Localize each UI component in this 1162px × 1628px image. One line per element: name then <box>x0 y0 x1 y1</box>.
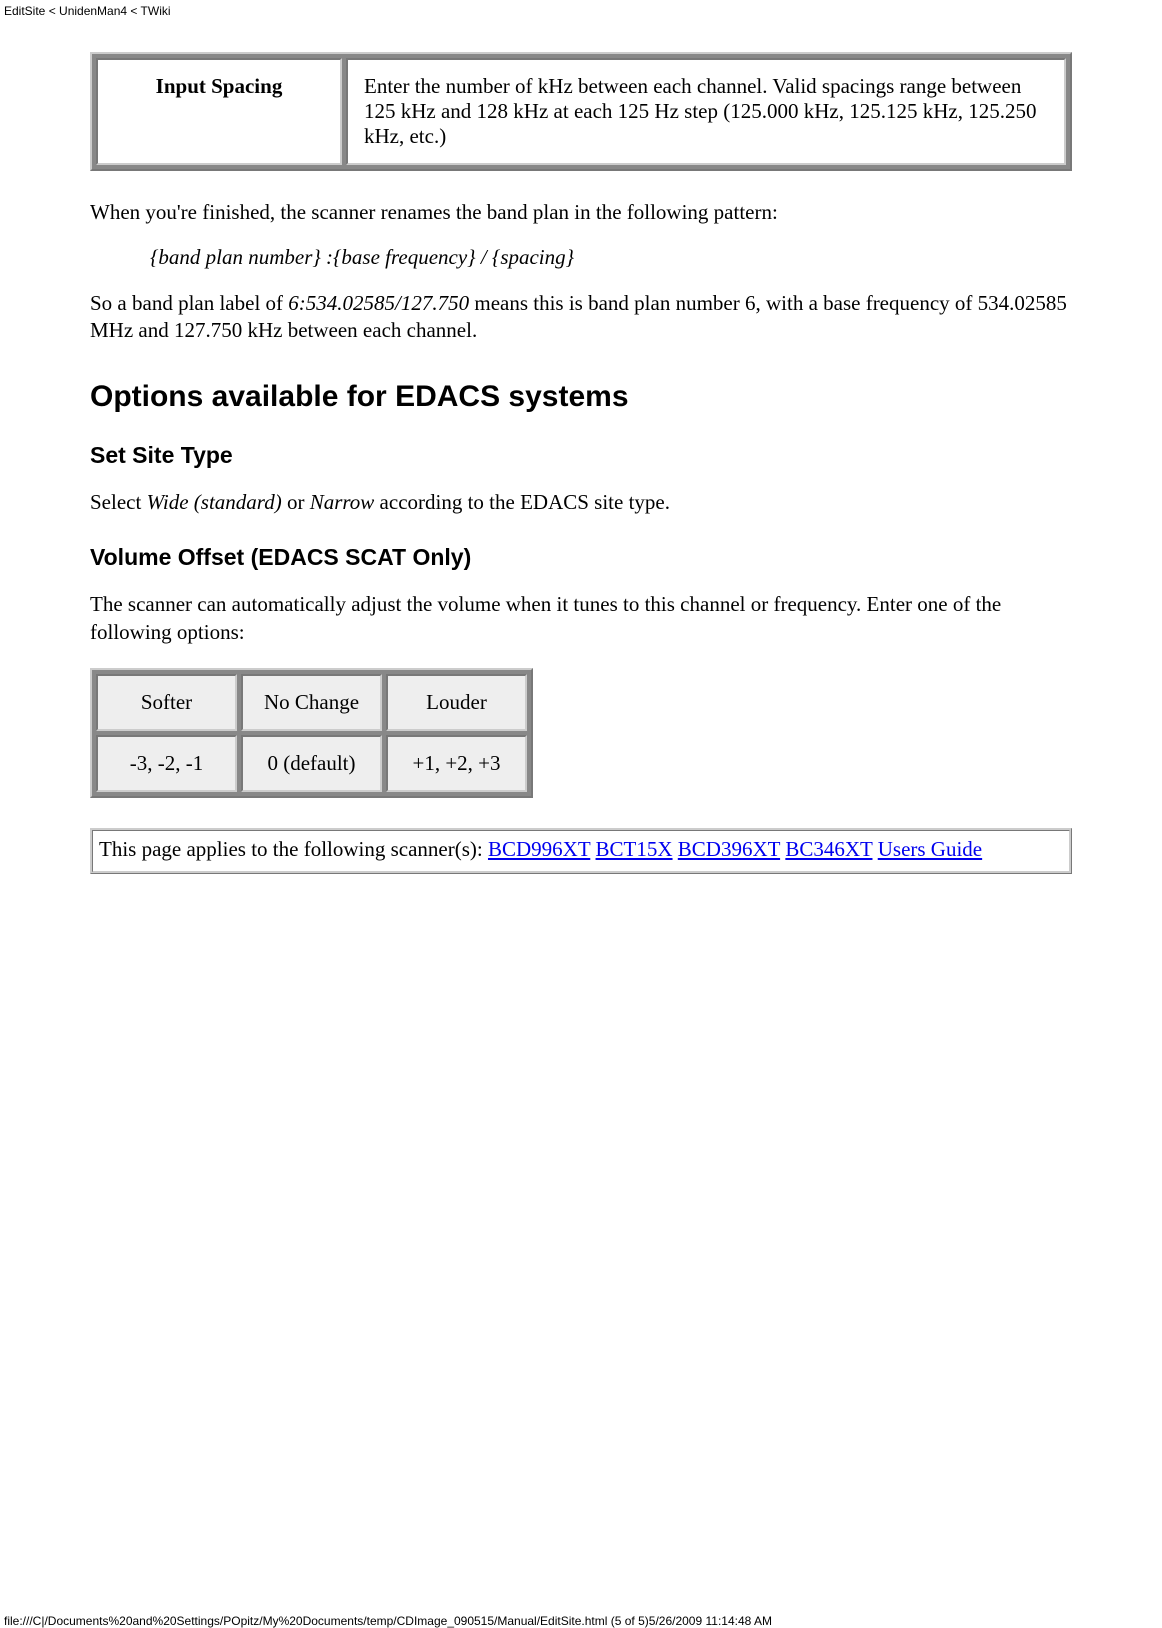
volume-table: Softer No Change Louder -3, -2, -1 0 (de… <box>90 668 533 798</box>
wide-option: Wide (standard) <box>147 490 282 514</box>
narrow-option: Narrow <box>310 490 375 514</box>
page-header-path: EditSite < UnidenMan4 < TWiki <box>0 0 1162 18</box>
table-row: -3, -2, -1 0 (default) +1, +2, +3 <box>96 735 527 792</box>
scanner-link-bct15x[interactable]: BCT15X <box>596 837 673 861</box>
table-row: Softer No Change Louder <box>96 674 527 731</box>
nochange-values: 0 (default) <box>241 735 382 792</box>
edacs-heading: Options available for EDACS systems <box>90 380 1072 414</box>
input-spacing-desc: Enter the number of kHz between each cha… <box>346 58 1066 165</box>
table-row: Input Spacing Enter the number of kHz be… <box>96 58 1066 165</box>
users-guide-link[interactable]: Users Guide <box>878 837 982 861</box>
rename-intro-paragraph: When you're finished, the scanner rename… <box>90 199 1072 226</box>
scanner-link-bcd996xt[interactable]: BCD996XT <box>488 837 590 861</box>
louder-values: +1, +2, +3 <box>386 735 527 792</box>
text: according to the EDACS site type. <box>374 490 670 514</box>
page-content: Input Spacing Enter the number of kHz be… <box>0 18 1162 874</box>
site-type-paragraph: Select Wide (standard) or Narrow accordi… <box>90 489 1072 516</box>
louder-header: Louder <box>386 674 527 731</box>
softer-values: -3, -2, -1 <box>96 735 237 792</box>
example-paragraph: So a band plan label of 6:534.02585/127.… <box>90 290 1072 345</box>
scanner-link-bc346xt[interactable]: BC346XT <box>785 837 872 861</box>
volume-offset-paragraph: The scanner can automatically adjust the… <box>90 591 1072 646</box>
volume-offset-heading: Volume Offset (EDACS SCAT Only) <box>90 544 1072 571</box>
scanner-link-bcd396xt[interactable]: BCD396XT <box>678 837 780 861</box>
text: So a band plan label of <box>90 291 288 315</box>
applies-intro: This page applies to the following scann… <box>99 837 488 861</box>
softer-header: Softer <box>96 674 237 731</box>
nochange-header: No Change <box>241 674 382 731</box>
text: or <box>282 490 310 514</box>
pattern-text: {band plan number} :{base frequency} / {… <box>150 244 1072 271</box>
example-label: 6:534.02585/127.750 <box>288 291 469 315</box>
page-footer-path: file:///C|/Documents%20and%20Settings/PO… <box>0 1610 772 1628</box>
set-site-type-heading: Set Site Type <box>90 442 1072 469</box>
input-spacing-table: Input Spacing Enter the number of kHz be… <box>90 52 1072 171</box>
applies-to-box: This page applies to the following scann… <box>90 828 1072 874</box>
text: Select <box>90 490 147 514</box>
input-spacing-label: Input Spacing <box>96 58 342 165</box>
